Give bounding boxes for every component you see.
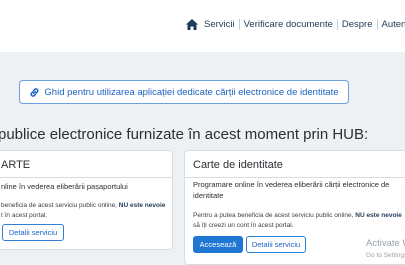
access-button[interactable]: Accesează — [193, 236, 243, 253]
card-divider — [0, 177, 172, 178]
card-note-text: beneficia de acest serviciu public onlin… — [1, 202, 119, 209]
nav-item-servicii[interactable]: Servicii — [204, 19, 235, 30]
top-header: Servicii Verificare documente Despre Aut… — [0, 0, 405, 52]
service-card-passport: ARTE nline în vederea eliberării pașapor… — [0, 150, 173, 250]
details-button[interactable]: Detalii serviciu — [2, 224, 64, 241]
card-title: ARTE — [1, 159, 31, 171]
watermark-subtitle: Go to Settings — [366, 252, 405, 259]
card-note-text: Pentru a putea beneficia de acest servic… — [193, 212, 356, 219]
services-heading: publice electronice furnizate în acest m… — [0, 126, 369, 143]
nav-item-verificare-documente[interactable]: Verificare documente — [244, 19, 333, 30]
details-button[interactable]: Detalii serviciu — [246, 236, 306, 253]
activate-windows-watermark: Activate W Go to Settings — [366, 238, 405, 262]
card-description: nline în vederea eliberării pașaportului — [1, 182, 128, 191]
card-note-bold: NU este nevoie — [118, 202, 166, 209]
card-note-text: să îți creezi un cont în acest portal. — [193, 222, 294, 229]
nav-item-despre[interactable]: Despre — [342, 19, 373, 30]
home-icon[interactable] — [186, 19, 198, 30]
main-nav: Servicii Verificare documente Despre Aut… — [186, 19, 405, 30]
watermark-title: Activate W — [366, 238, 405, 249]
guide-link-label: Ghid pentru utilizarea aplicației dedica… — [44, 86, 339, 98]
card-note-bold: NU este nevoie — [355, 212, 402, 219]
card-title: Carte de identitate — [193, 159, 283, 171]
card-note-text: t în acest portal. — [1, 212, 48, 219]
nav-divider — [238, 19, 240, 30]
card-divider — [185, 177, 405, 178]
card-description: Programare online în vederea eliberării … — [193, 180, 390, 200]
link-icon — [30, 87, 39, 97]
nav-item-autentificare[interactable]: Autentif — [382, 19, 405, 30]
guide-link-button[interactable]: Ghid pentru utilizarea aplicației dedica… — [19, 80, 349, 104]
card-note: Pentru a putea beneficia de acest servic… — [193, 211, 405, 231]
nav-divider — [336, 19, 338, 30]
nav-divider — [376, 19, 378, 30]
card-note: beneficia de acest serviciu public onlin… — [1, 201, 171, 221]
